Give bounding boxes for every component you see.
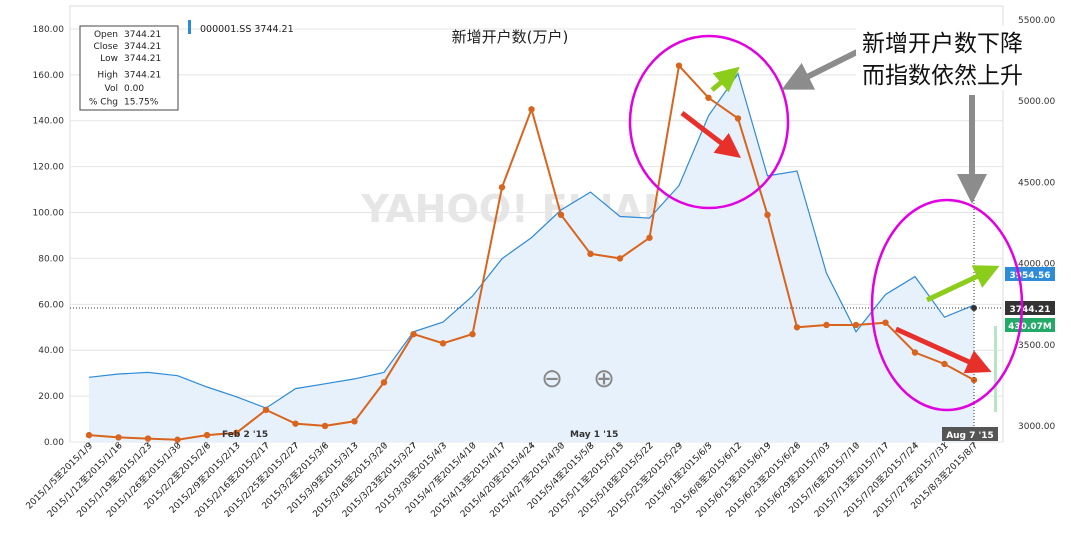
new-accounts-point (203, 431, 211, 439)
zoom-out-icon[interactable]: ⊖ (541, 364, 563, 394)
new-accounts-point (85, 431, 93, 439)
left-tick-label: 40.00 (38, 346, 64, 356)
left-tick-label: 160.00 (33, 71, 65, 81)
left-tick-label: 60.00 (38, 300, 64, 310)
left-tick-label: 180.00 (33, 25, 65, 35)
date-label-aug: Aug 7 '15 (946, 431, 994, 441)
left-tick-label: 100.00 (33, 209, 65, 219)
legend-swatch (188, 20, 191, 34)
left-tick-label: 20.00 (38, 392, 64, 402)
date-label-may: May 1 '15 (570, 430, 618, 440)
new-accounts-point (646, 234, 653, 241)
new-accounts-point (616, 255, 624, 262)
info-row-label: % Chg (89, 98, 118, 108)
new-accounts-point (115, 434, 122, 441)
left-tick-label: 80.00 (38, 254, 64, 264)
new-accounts-point (705, 94, 712, 101)
left-axis: 0.00 20.00 40.00 60.00 80.00 100.00 120.00 140.… (33, 25, 65, 448)
right-tick-label: 5500.00 (1018, 16, 1055, 26)
annotation-line1: 新增开户数下降 (862, 31, 1023, 57)
new-accounts-point (498, 184, 506, 191)
info-row-label: Vol (105, 84, 118, 94)
new-accounts-point (557, 211, 565, 219)
new-accounts-point (764, 211, 771, 219)
date-label-feb: Feb 2 '15 (222, 430, 268, 440)
new-accounts-point (321, 422, 329, 430)
new-accounts-point (469, 330, 476, 338)
zoom-in-icon[interactable]: ⊕ (593, 364, 615, 394)
chart-stage: YAHOO! FINANCE 0.00 20.00 40.00 60.00 80.00 1… (0, 0, 1071, 557)
right-tick-label: 3500.00 (1018, 341, 1055, 351)
info-row-label: Close (93, 42, 118, 52)
new-accounts-point (528, 106, 535, 113)
right-tick-label: 4500.00 (1018, 178, 1055, 188)
new-accounts-point (262, 406, 270, 414)
cursor-dot (971, 305, 977, 311)
new-accounts-point (675, 62, 683, 69)
right-tick-label: 3000.00 (1018, 422, 1055, 432)
new-accounts-point (410, 330, 417, 338)
annotation-line2: 而指数依然上升 (862, 63, 1023, 89)
new-accounts-point (823, 321, 830, 329)
new-accounts-point (439, 340, 447, 347)
new-accounts-point (734, 115, 742, 122)
new-accounts-point (380, 379, 388, 386)
info-row-label: High (97, 71, 118, 81)
price-badge-blue-text: 3954.56 (1010, 271, 1051, 281)
left-tick-label: 140.00 (33, 117, 65, 127)
info-row-value: 0.00 (124, 84, 144, 94)
info-row-label: Low (100, 54, 118, 64)
new-accounts-point (882, 319, 889, 326)
price-badge-dark-text: 3744.21 (1010, 305, 1051, 315)
price-badge-green-text: 430.07M (1008, 322, 1052, 332)
info-row-value: 3744.21 (124, 42, 161, 52)
new-accounts-point (911, 349, 919, 356)
info-row-value: 3744.21 (124, 71, 161, 81)
volume-bar (994, 326, 997, 412)
new-accounts-point (351, 418, 358, 425)
left-tick-label: 0.00 (44, 438, 64, 448)
new-accounts-point (144, 435, 152, 442)
right-tick-label: 5000.00 (1018, 97, 1055, 107)
x-axis: 2015/1/5至2015/1/92015/1/12至2015/1/162015… (24, 440, 980, 520)
new-accounts-point (852, 321, 860, 329)
new-accounts-point (587, 250, 594, 258)
info-row-label: Open (94, 30, 118, 40)
new-accounts-point (941, 360, 948, 368)
legend-label: 000001.SS 3744.21 (200, 24, 294, 35)
left-tick-label: 120.00 (33, 163, 65, 173)
info-row-value: 15.75% (124, 98, 159, 108)
chart-title: 新增开户数(万户) (452, 28, 569, 46)
info-row-value: 3744.21 (124, 54, 161, 64)
chart-svg: YAHOO! FINANCE 0.0020.0040.0060.0080.001… (24, 5, 1055, 520)
info-row-value: 3744.21 (124, 30, 161, 40)
new-accounts-point (793, 324, 801, 331)
new-accounts-point (292, 420, 299, 427)
